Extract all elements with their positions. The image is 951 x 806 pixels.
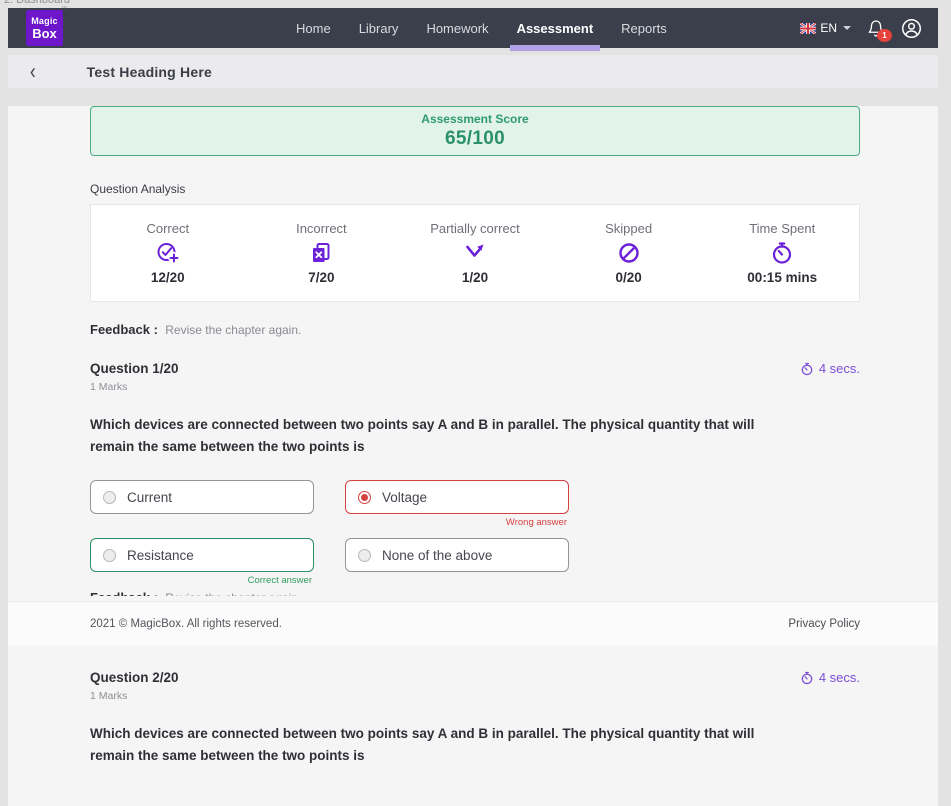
arrow-check-icon bbox=[463, 241, 487, 265]
chevron-down-icon bbox=[843, 26, 851, 30]
nav-item-home[interactable]: Home bbox=[296, 8, 331, 48]
wrong-answer-note: Wrong answer bbox=[506, 517, 567, 528]
option-label: None of the above bbox=[382, 548, 492, 563]
uk-flag-icon bbox=[800, 23, 816, 34]
nav-item-library[interactable]: Library bbox=[359, 8, 399, 48]
score-label: Assessment Score bbox=[421, 112, 528, 126]
page-title: Test Heading Here bbox=[87, 64, 212, 80]
document-x-icon bbox=[309, 241, 333, 265]
main-nav: Home Library Homework Assessment Reports bbox=[296, 8, 667, 48]
stat-skipped: Skipped 0/20 bbox=[552, 221, 706, 285]
stat-label: Partially correct bbox=[430, 221, 520, 236]
copyright-text: 2021 © MagicBox. All rights reserved. bbox=[90, 618, 282, 630]
stat-value: 1/20 bbox=[462, 270, 488, 285]
question-analysis-label: Question Analysis bbox=[90, 182, 860, 196]
navbar-actions: EN 1 bbox=[800, 18, 922, 39]
user-avatar-icon bbox=[901, 18, 922, 39]
radio-button[interactable] bbox=[358, 491, 371, 504]
nav-item-reports[interactable]: Reports bbox=[621, 8, 667, 48]
stat-partially-correct: Partially correct 1/20 bbox=[398, 221, 552, 285]
stat-label: Skipped bbox=[605, 221, 652, 236]
top-navbar: ™ Magic Box Home Library Homework Assessmen… bbox=[8, 8, 938, 48]
question-marks: 1 Marks bbox=[90, 690, 860, 702]
time-value: 4 secs. bbox=[819, 361, 860, 376]
stopwatch-icon bbox=[800, 671, 814, 685]
stat-value: 0/20 bbox=[615, 270, 641, 285]
trademark-symbol: ™ bbox=[61, 6, 67, 12]
answer-options: CurrentVoltageWrong answerResistanceCorr… bbox=[90, 480, 860, 572]
app-container: ™ Magic Box Home Library Homework Assessmen… bbox=[8, 8, 938, 806]
question-block-1: Question 1/20 4 secs. 1 Marks Which devices… bbox=[90, 361, 860, 572]
back-button[interactable]: ‹ bbox=[30, 60, 36, 82]
stat-value: 12/20 bbox=[151, 270, 185, 285]
radio-button[interactable] bbox=[103, 491, 116, 504]
stat-label: Incorrect bbox=[296, 221, 347, 236]
stat-value: 7/20 bbox=[308, 270, 334, 285]
option-label: Voltage bbox=[382, 490, 427, 505]
question-text: Which devices are connected between two … bbox=[90, 414, 790, 457]
skip-circle-icon bbox=[617, 241, 641, 265]
question-number: Question 2/20 bbox=[90, 670, 179, 685]
stopwatch-icon bbox=[800, 362, 814, 376]
option-none-of-the-above[interactable]: None of the above bbox=[345, 538, 569, 572]
logo-text-box: Box bbox=[32, 27, 57, 40]
question-block-2: Question 2/20 4 secs. 1 Marks Which devices… bbox=[90, 670, 860, 766]
question-analysis-card: Correct 12/20 Incorrect 7/20 Partially corre… bbox=[90, 204, 860, 302]
stopwatch-icon bbox=[770, 241, 794, 265]
stat-label: Correct bbox=[146, 221, 189, 236]
main-panel: Assessment Score 65/100 Question Analysi… bbox=[8, 106, 938, 806]
time-value: 4 secs. bbox=[819, 670, 860, 685]
nav-item-assessment[interactable]: Assessment bbox=[517, 8, 594, 48]
assessment-score-card: Assessment Score 65/100 bbox=[90, 106, 860, 156]
nav-item-homework[interactable]: Homework bbox=[426, 8, 488, 48]
option-label: Resistance bbox=[127, 548, 194, 563]
stat-incorrect: Incorrect 7/20 bbox=[245, 221, 399, 285]
privacy-policy-link[interactable]: Privacy Policy bbox=[788, 618, 860, 630]
feedback-text: Revise the chapter again. bbox=[165, 323, 301, 337]
radio-button[interactable] bbox=[103, 549, 116, 562]
check-circle-plus-icon bbox=[156, 241, 180, 265]
stat-time-spent: Time Spent 00:15 mins bbox=[705, 221, 859, 285]
question-feedback-clipped: Feedback : Revise the chapter again. bbox=[90, 590, 860, 596]
question-text: Which devices are connected between two … bbox=[90, 723, 790, 766]
question-number: Question 1/20 bbox=[90, 361, 179, 376]
magicbox-logo[interactable]: ™ Magic Box bbox=[26, 10, 63, 46]
option-voltage[interactable]: VoltageWrong answer bbox=[345, 480, 569, 514]
notifications-button[interactable]: 1 bbox=[867, 19, 885, 38]
option-current[interactable]: Current bbox=[90, 480, 314, 514]
correct-answer-note: Correct answer bbox=[248, 575, 312, 586]
profile-button[interactable] bbox=[901, 18, 922, 39]
page-footer: 2021 © MagicBox. All rights reserved. Pr… bbox=[8, 601, 938, 646]
page-header: ‹ Test Heading Here bbox=[8, 55, 938, 88]
question-time-spent: 4 secs. bbox=[800, 361, 860, 376]
stat-label: Time Spent bbox=[749, 221, 815, 236]
option-resistance[interactable]: ResistanceCorrect answer bbox=[90, 538, 314, 572]
logo-text-magic: Magic bbox=[31, 17, 58, 26]
language-label: EN bbox=[820, 21, 837, 35]
stat-value: 00:15 mins bbox=[747, 270, 817, 285]
score-value: 65/100 bbox=[445, 128, 505, 150]
question-marks: 1 Marks bbox=[90, 381, 860, 393]
question-time-spent: 4 secs. bbox=[800, 670, 860, 685]
language-selector[interactable]: EN bbox=[800, 21, 851, 35]
feedback-label: Feedback : bbox=[90, 322, 158, 337]
radio-button[interactable] bbox=[358, 549, 371, 562]
stat-correct: Correct 12/20 bbox=[91, 221, 245, 285]
notification-badge: 1 bbox=[877, 29, 892, 42]
overall-feedback: Feedback : Revise the chapter again. bbox=[90, 322, 860, 337]
option-label: Current bbox=[127, 490, 172, 505]
